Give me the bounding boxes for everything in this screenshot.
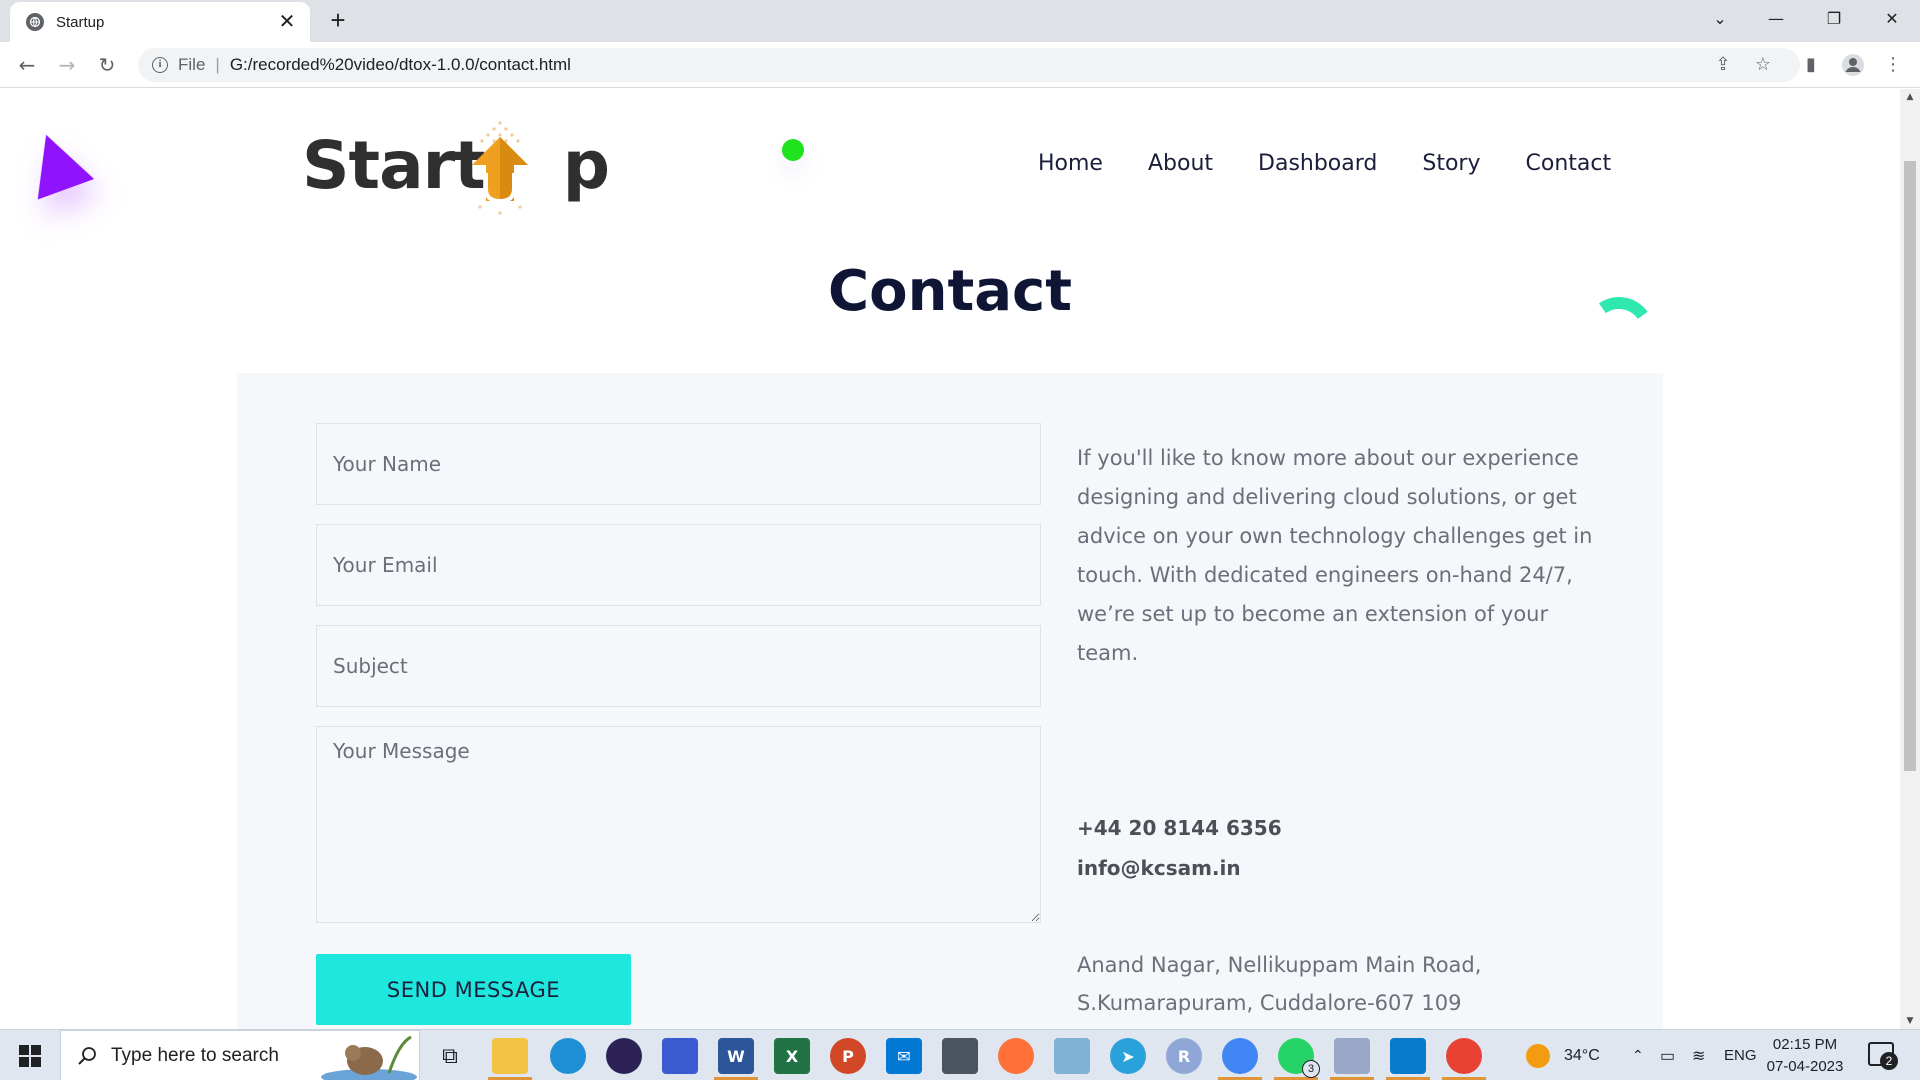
scrollbar-thumb[interactable] — [1904, 161, 1916, 771]
weather-temp: 34°C — [1564, 1046, 1600, 1064]
page-title: Contact — [828, 259, 1072, 324]
r-icon[interactable]: R — [1166, 1038, 1202, 1074]
task-view-icon[interactable]: ⧉ — [432, 1038, 468, 1074]
chevron-down-icon[interactable]: ⌄ — [1698, 4, 1742, 34]
page-scrollbar[interactable]: ▲ ▼ — [1900, 89, 1920, 1029]
eclipse-icon[interactable] — [606, 1038, 642, 1074]
contact-phone[interactable]: +44 20 8144 6356 — [1077, 816, 1282, 840]
browser-tabstrip: Startup ✕ + ⌄ — ❐ ✕ — [0, 0, 1920, 42]
url-scheme: File — [178, 55, 206, 74]
search-highlight-art — [321, 1035, 417, 1080]
url-separator: | — [215, 55, 220, 74]
search-icon — [78, 1046, 96, 1065]
taskbar-clock[interactable]: 02:15 PM 07-04-2023 — [1760, 1034, 1850, 1078]
address-bar[interactable]: i File | G:/recorded%20video/dtox-1.0.0/… — [138, 48, 1800, 82]
contact-address: Anand Nagar, Nellikuppam Main Road, S.Ku… — [1077, 953, 1482, 1015]
snipping-tool-icon[interactable] — [1334, 1038, 1370, 1074]
url-text[interactable]: G:/recorded%20video/dtox-1.0.0/contact.h… — [230, 55, 571, 75]
tray-chevron-icon[interactable]: ⌃ — [1632, 1030, 1644, 1080]
firefox-icon[interactable] — [998, 1038, 1034, 1074]
nav-dashboard[interactable]: Dashboard — [1258, 151, 1377, 176]
name-field[interactable] — [316, 423, 1041, 505]
tab-title: Startup — [56, 13, 105, 31]
whatsapp-badge: 3 — [1302, 1060, 1320, 1078]
powerpoint-icon[interactable]: P — [830, 1038, 866, 1074]
telegram-icon[interactable]: ➤ — [1110, 1038, 1146, 1074]
contact-info-text: If you'll like to know more about our ex… — [1077, 446, 1593, 665]
info-icon[interactable]: i — [152, 57, 168, 73]
scroll-up-icon[interactable]: ▲ — [1900, 89, 1920, 105]
vscode-icon[interactable] — [1390, 1038, 1426, 1074]
star-icon[interactable]: ☆ — [1748, 50, 1778, 80]
minimize-icon[interactable]: — — [1754, 4, 1798, 34]
mail-icon[interactable]: ✉ — [886, 1038, 922, 1074]
clock-date: 07-04-2023 — [1766, 1058, 1844, 1075]
notepad-icon[interactable] — [662, 1038, 698, 1074]
message-field[interactable] — [316, 726, 1041, 923]
clock-time: 02:15 PM — [1772, 1036, 1838, 1053]
globe-icon — [26, 13, 44, 31]
logo-arrow-icon — [472, 121, 528, 215]
site-logo[interactable]: Start p — [302, 117, 610, 215]
browser-tab[interactable]: Startup ✕ — [10, 2, 310, 42]
forward-icon[interactable]: → — [52, 50, 82, 80]
photos-icon[interactable] — [1054, 1038, 1090, 1074]
email-field[interactable] — [316, 524, 1041, 606]
menu-icon[interactable]: ⋮ — [1878, 50, 1908, 80]
file-explorer-icon[interactable] — [492, 1038, 528, 1074]
logo-text: Start p — [302, 127, 610, 204]
taskbar-search[interactable]: Type here to search — [60, 1030, 420, 1080]
sidepanel-icon[interactable]: ▮ — [1796, 50, 1826, 80]
nav-story[interactable]: Story — [1422, 151, 1480, 176]
search-placeholder: Type here to search — [111, 1044, 279, 1066]
excel-icon[interactable]: X — [774, 1038, 810, 1074]
windows-logo-icon — [19, 1044, 41, 1067]
new-tab-button[interactable]: + — [324, 6, 352, 34]
close-window-icon[interactable]: ✕ — [1870, 4, 1914, 34]
close-tab-icon[interactable]: ✕ — [276, 12, 298, 32]
scroll-down-icon[interactable]: ▼ — [1900, 1013, 1920, 1029]
calculator-icon[interactable] — [942, 1038, 978, 1074]
weather-widget[interactable]: 34°C — [1526, 1030, 1600, 1080]
chrome-profile-icon[interactable] — [1222, 1038, 1258, 1074]
wifi-icon[interactable]: ≋ — [1692, 1030, 1705, 1080]
nav-contact[interactable]: Contact — [1526, 151, 1612, 176]
back-icon[interactable]: ← — [12, 50, 42, 80]
subject-field[interactable] — [316, 625, 1041, 707]
profile-icon[interactable] — [1838, 50, 1868, 80]
decorative-triangle — [17, 124, 95, 200]
contact-email[interactable]: info@kcsam.in — [1077, 856, 1241, 880]
contact-panel: SEND MESSAGE If you'll like to know more… — [237, 373, 1663, 1029]
windows-start-button[interactable] — [0, 1030, 60, 1080]
page-viewport: Start p Home About Dashboard Story Contac… — [0, 89, 1900, 1029]
browser-toolbar: ← → ↻ i File | G:/recorded%20video/dtox-… — [0, 42, 1920, 88]
share-icon[interactable]: ⇪ — [1708, 50, 1738, 80]
sun-icon — [1526, 1043, 1550, 1068]
send-message-button[interactable]: SEND MESSAGE — [316, 954, 631, 1025]
edge-icon[interactable] — [550, 1038, 586, 1074]
decorative-dot — [782, 139, 804, 161]
language-indicator[interactable]: ENG — [1724, 1030, 1757, 1080]
word-icon[interactable]: W — [718, 1038, 754, 1074]
restore-icon[interactable]: ❐ — [1812, 4, 1856, 34]
notification-badge: 2 — [1880, 1052, 1898, 1070]
nav-home[interactable]: Home — [1038, 151, 1103, 176]
main-nav: Home About Dashboard Story Contact — [1038, 151, 1656, 176]
taskbar: Type here to search ⧉ W X P ✉ ➤ R 3 34°C… — [0, 1029, 1920, 1080]
nav-about[interactable]: About — [1148, 151, 1213, 176]
battery-icon[interactable]: ▭ — [1660, 1030, 1675, 1080]
reload-icon[interactable]: ↻ — [92, 50, 122, 80]
chrome-icon[interactable] — [1446, 1038, 1482, 1074]
